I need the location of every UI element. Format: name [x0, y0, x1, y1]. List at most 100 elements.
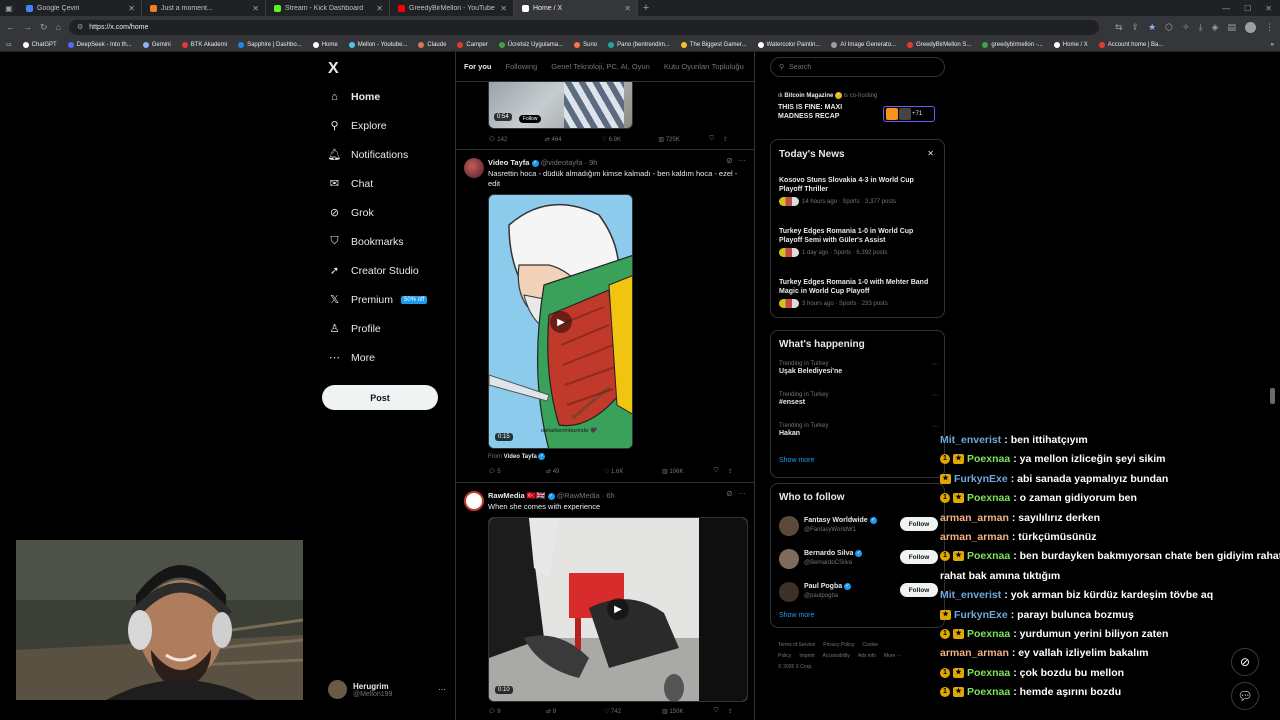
grok-icon[interactable]: ⊘: [726, 156, 733, 165]
share-icon[interactable]: ⇪: [723, 136, 728, 143]
reply-button[interactable]: 💬︎ 9: [488, 708, 546, 715]
bookmark-item[interactable]: AI Image Generato...: [831, 41, 896, 48]
account-more-icon[interactable]: ···: [438, 685, 446, 694]
share-icon[interactable]: ⇪: [728, 708, 733, 715]
reply-button[interactable]: 💬︎ 5: [488, 468, 546, 475]
follow-button[interactable]: Follow: [900, 550, 938, 564]
like-button[interactable]: ♡ 742: [604, 708, 662, 715]
avatar[interactable]: [464, 491, 484, 511]
bookmark-item[interactable]: The Biggest Gamer...: [680, 41, 747, 48]
tab-close-icon[interactable]: ✕: [252, 4, 259, 13]
x-logo[interactable]: X: [328, 60, 339, 78]
tab-community-tech[interactable]: Genel Teknoloji, PC, AI, Oyun: [551, 62, 650, 71]
bookmark-item[interactable]: greedybirmellon -...: [982, 41, 1043, 48]
news-item[interactable]: Turkey Edges Romania 1-0 in World Cup Pl…: [779, 227, 934, 257]
close-icon[interactable]: ✕: [927, 149, 934, 158]
tab-following[interactable]: Following: [506, 62, 538, 71]
trend-item[interactable]: Trending in Turkey Uşak Belediyesi'ne ···: [779, 361, 939, 376]
like-button[interactable]: ♡ 1.6K: [604, 468, 662, 475]
video-player[interactable]: ▶ 0:10: [488, 517, 748, 702]
nav-item-home[interactable]: ⌂ Home: [328, 90, 380, 103]
bookmark-star-icon[interactable]: ★: [1148, 22, 1156, 33]
trend-more-icon[interactable]: ···: [932, 361, 939, 368]
post-button[interactable]: Post: [322, 385, 438, 410]
nav-item-chat[interactable]: ✉ Chat: [328, 177, 373, 191]
extensions-icon[interactable]: ✧: [1182, 22, 1190, 33]
bookmark-item[interactable]: Account home | Ba...: [1098, 41, 1163, 48]
repost-button[interactable]: ⇄ 464: [545, 136, 602, 143]
follow-suggestion[interactable]: Bernardo Silva ✓ @BernardoCSilva Follow: [771, 547, 946, 573]
from-author-link[interactable]: Video Tayfa: [504, 454, 537, 460]
avatar[interactable]: [464, 158, 484, 178]
download-icon[interactable]: ⤓: [1199, 22, 1203, 33]
bookmark-item[interactable]: Mellon - Youtube...: [348, 41, 407, 48]
home-icon[interactable]: ⌂: [56, 22, 61, 32]
bookmark-item[interactable]: Gemini: [142, 41, 171, 48]
menu-icon[interactable]: ⋮: [1265, 22, 1274, 33]
footer-link[interactable]: Ads info: [858, 653, 876, 659]
browser-tab[interactable]: Stream - Kick Dashboard ✕: [266, 0, 390, 16]
bookmark-item[interactable]: Ücretsiz Uygulama...: [498, 41, 563, 48]
footer-link[interactable]: Imprint: [799, 653, 814, 659]
live-space-card[interactable]: ılı Bitcoin Magazine ✓ is co-hosting THI…: [778, 92, 943, 122]
address-bar[interactable]: ⚙ https://x.com/home: [68, 19, 1099, 35]
bookmark-icon[interactable]: ⛉: [714, 468, 728, 475]
tab-close-icon[interactable]: ✕: [376, 4, 383, 13]
nav-item-profile[interactable]: ♙ Profile: [328, 322, 381, 336]
nav-item-notifications[interactable]: 🔔︎ Notifications: [328, 148, 409, 162]
views-button[interactable]: ▥ 106K: [662, 468, 714, 475]
show-more-link[interactable]: Show more: [779, 457, 814, 464]
messages-fab-icon[interactable]: 💬︎: [1231, 682, 1259, 710]
author-handle[interactable]: @videotayfa: [541, 158, 583, 167]
forward-icon[interactable]: →: [23, 22, 32, 32]
bookmark-item[interactable]: Home: [312, 41, 338, 48]
bookmark-item[interactable]: Camper: [457, 41, 488, 48]
video-player[interactable]: ▶ @ottomanarts.comics dahaliseninbasinda…: [488, 194, 633, 449]
tweet-more-icon[interactable]: ···: [738, 156, 746, 165]
browser-tab[interactable]: Just a moment... ✕: [142, 0, 266, 16]
follow-button[interactable]: Follow: [900, 583, 938, 597]
more-bookmarks-icon[interactable]: »: [1271, 42, 1274, 48]
footer-link[interactable]: Privacy Policy: [823, 642, 854, 648]
trend-item[interactable]: Trending in Turkey #ensest ···: [779, 392, 939, 407]
footer-link[interactable]: Accessibility: [823, 653, 850, 659]
nav-item-more[interactable]: ⋯ More: [328, 351, 375, 365]
bookmark-item[interactable]: Claude: [418, 41, 446, 48]
search-input[interactable]: ⚲ Search: [770, 57, 945, 77]
nav-item-bookmarks[interactable]: ⛉ Bookmarks: [328, 235, 403, 248]
new-tab-button[interactable]: +: [638, 2, 654, 14]
tweet-time[interactable]: · 9h: [585, 158, 598, 167]
browser-tab[interactable]: Home / X ✕: [514, 0, 638, 16]
reload-icon[interactable]: ↻: [40, 22, 48, 33]
nav-item-creator-studio[interactable]: ➚ Creator Studio: [328, 264, 419, 278]
tab-close-icon[interactable]: ✕: [128, 4, 135, 13]
repost-button[interactable]: ⇄ 49: [546, 468, 604, 475]
footer-link[interactable]: More ···: [884, 653, 902, 659]
minimize-icon[interactable]: —: [1222, 4, 1230, 13]
nav-item-premium[interactable]: 𝕏 Premium 50% off: [328, 293, 428, 306]
trend-more-icon[interactable]: ···: [932, 392, 939, 399]
back-icon[interactable]: ←: [6, 22, 15, 32]
views-button[interactable]: ▥ 150K: [662, 708, 714, 715]
bookmark-icon[interactable]: ⛉: [714, 708, 728, 715]
nav-item-explore[interactable]: ⚲ Explore: [328, 119, 386, 133]
bookmark-item[interactable]: Home / X: [1053, 41, 1088, 48]
bookmark-item[interactable]: Pano (bentrendim...: [608, 41, 670, 48]
reply-button[interactable]: 💬︎ 142: [488, 136, 545, 143]
maximize-icon[interactable]: ☐: [1244, 4, 1251, 13]
tab-close-icon[interactable]: ✕: [500, 4, 507, 13]
tab-close-icon[interactable]: ✕: [624, 4, 631, 13]
bookmark-icon[interactable]: ⛉: [709, 136, 723, 143]
footer-link[interactable]: Terms of Service: [778, 642, 815, 648]
browser-tab[interactable]: Google Çeviri ✕: [18, 0, 142, 16]
scrollbar-thumb[interactable]: [1270, 388, 1275, 404]
follow-suggestion[interactable]: Paul Pogba ✓ @paulpogba Follow: [771, 580, 946, 606]
account-switcher[interactable]: Herugrim @Mellon199 ···: [328, 680, 446, 699]
bookmark-item[interactable]: DeepSeek - Into th...: [67, 41, 132, 48]
bookmark-item[interactable]: GreedyBirMellon S...: [907, 41, 971, 48]
video-thumbnail[interactable]: 0:54 Follow: [488, 82, 633, 129]
window-menu-icon[interactable]: ▣: [0, 0, 18, 16]
author-name[interactable]: RawMedia: [488, 491, 525, 500]
views-button[interactable]: ▥ 725K: [658, 136, 709, 143]
extension-icon[interactable]: ⬡: [1165, 22, 1173, 33]
